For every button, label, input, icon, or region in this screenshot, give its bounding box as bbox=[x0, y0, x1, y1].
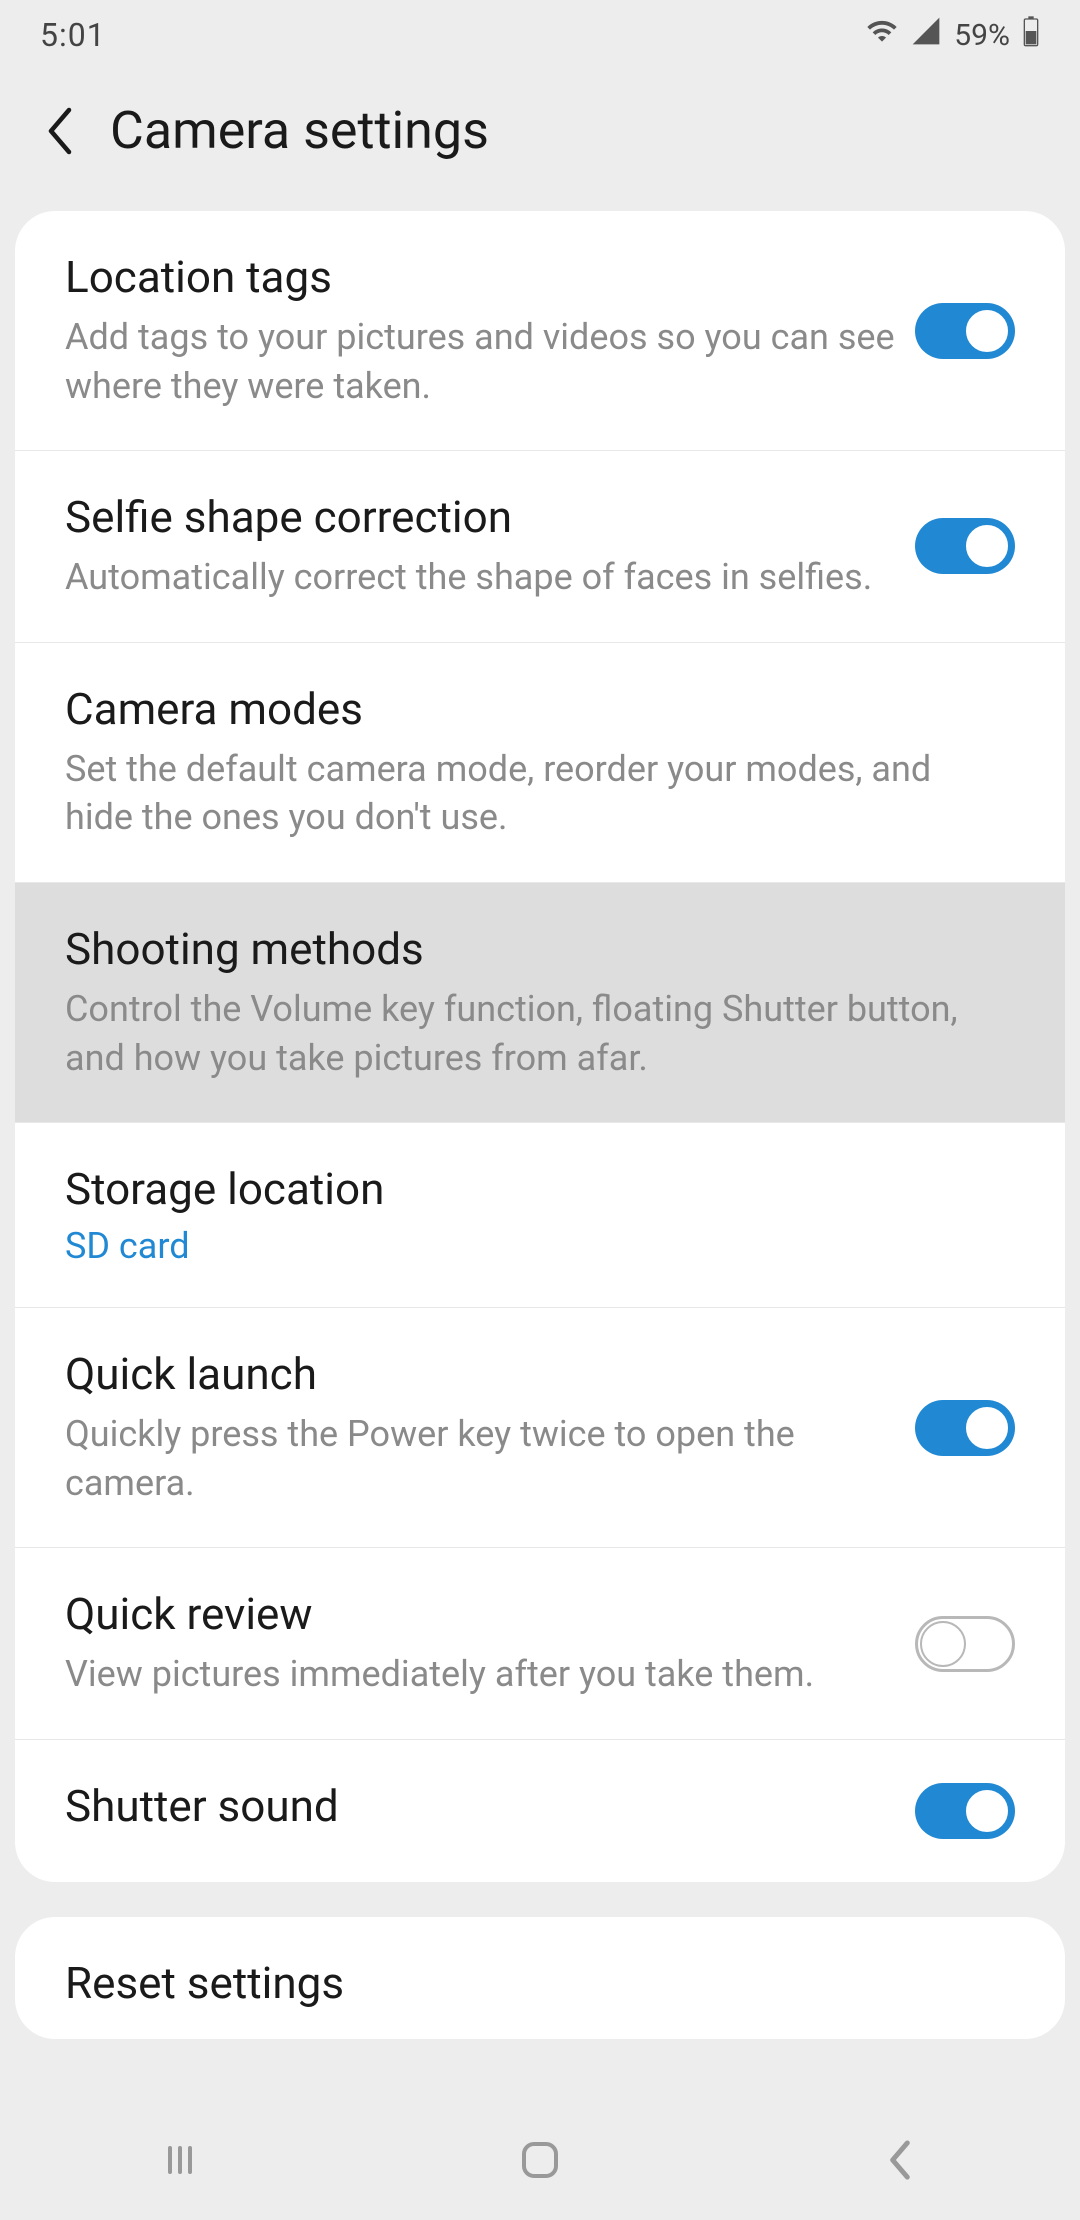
setting-camera-modes[interactable]: Camera modes Set the default camera mode… bbox=[15, 643, 1065, 883]
chevron-left-icon bbox=[45, 107, 75, 155]
status-time: 5:01 bbox=[40, 16, 106, 54]
home-icon bbox=[518, 2138, 562, 2182]
setting-storage-location[interactable]: Storage location SD card bbox=[15, 1123, 1065, 1308]
setting-value: SD card bbox=[65, 1225, 995, 1267]
setting-subtitle: Control the Volume key function, floatin… bbox=[65, 985, 995, 1082]
setting-subtitle: Quickly press the Power key twice to ope… bbox=[65, 1410, 895, 1507]
setting-reset[interactable]: Reset settings bbox=[15, 1917, 1065, 2039]
location-tags-toggle[interactable] bbox=[915, 303, 1015, 359]
setting-subtitle: Set the default camera mode, reorder you… bbox=[65, 745, 995, 842]
home-button[interactable] bbox=[510, 2130, 570, 2190]
signal-icon bbox=[910, 15, 942, 55]
selfie-shape-toggle[interactable] bbox=[915, 518, 1015, 574]
setting-title: Location tags bbox=[65, 251, 895, 303]
navigation-bar bbox=[0, 2100, 1080, 2220]
quick-launch-toggle[interactable] bbox=[915, 1400, 1015, 1456]
settings-card-1: Location tags Add tags to your pictures … bbox=[15, 211, 1065, 1882]
setting-title: Quick review bbox=[65, 1588, 895, 1640]
recents-button[interactable] bbox=[150, 2130, 210, 2190]
setting-shutter-sound[interactable]: Shutter sound bbox=[15, 1740, 1065, 1882]
setting-subtitle: Add tags to your pictures and videos so … bbox=[65, 313, 895, 410]
setting-title: Reset settings bbox=[65, 1957, 995, 2009]
setting-title: Camera modes bbox=[65, 683, 995, 735]
setting-title: Shutter sound bbox=[65, 1780, 895, 1832]
battery-icon bbox=[1022, 15, 1040, 55]
back-button[interactable] bbox=[40, 111, 80, 151]
settings-card-2: Reset settings bbox=[15, 1917, 1065, 2039]
header: Camera settings bbox=[0, 70, 1080, 211]
status-icons: 59% bbox=[866, 15, 1040, 55]
setting-subtitle: Automatically correct the shape of faces… bbox=[65, 553, 895, 602]
setting-shooting-methods[interactable]: Shooting methods Control the Volume key … bbox=[15, 883, 1065, 1123]
setting-quick-review[interactable]: Quick review View pictures immediately a… bbox=[15, 1548, 1065, 1740]
status-bar: 5:01 59% bbox=[0, 0, 1080, 70]
quick-review-toggle[interactable] bbox=[915, 1616, 1015, 1672]
wifi-icon bbox=[866, 15, 898, 55]
setting-subtitle: View pictures immediately after you take… bbox=[65, 1650, 895, 1699]
setting-title: Storage location bbox=[65, 1163, 995, 1215]
recents-icon bbox=[160, 2140, 200, 2180]
battery-text: 59% bbox=[954, 18, 1010, 53]
setting-quick-launch[interactable]: Quick launch Quickly press the Power key… bbox=[15, 1308, 1065, 1548]
setting-location-tags[interactable]: Location tags Add tags to your pictures … bbox=[15, 211, 1065, 451]
setting-title: Selfie shape correction bbox=[65, 491, 895, 543]
setting-selfie-shape[interactable]: Selfie shape correction Automatically co… bbox=[15, 451, 1065, 643]
setting-title: Quick launch bbox=[65, 1348, 895, 1400]
chevron-left-icon bbox=[885, 2138, 915, 2182]
shutter-sound-toggle[interactable] bbox=[915, 1783, 1015, 1839]
setting-title: Shooting methods bbox=[65, 923, 995, 975]
back-nav-button[interactable] bbox=[870, 2130, 930, 2190]
page-title: Camera settings bbox=[110, 100, 489, 161]
